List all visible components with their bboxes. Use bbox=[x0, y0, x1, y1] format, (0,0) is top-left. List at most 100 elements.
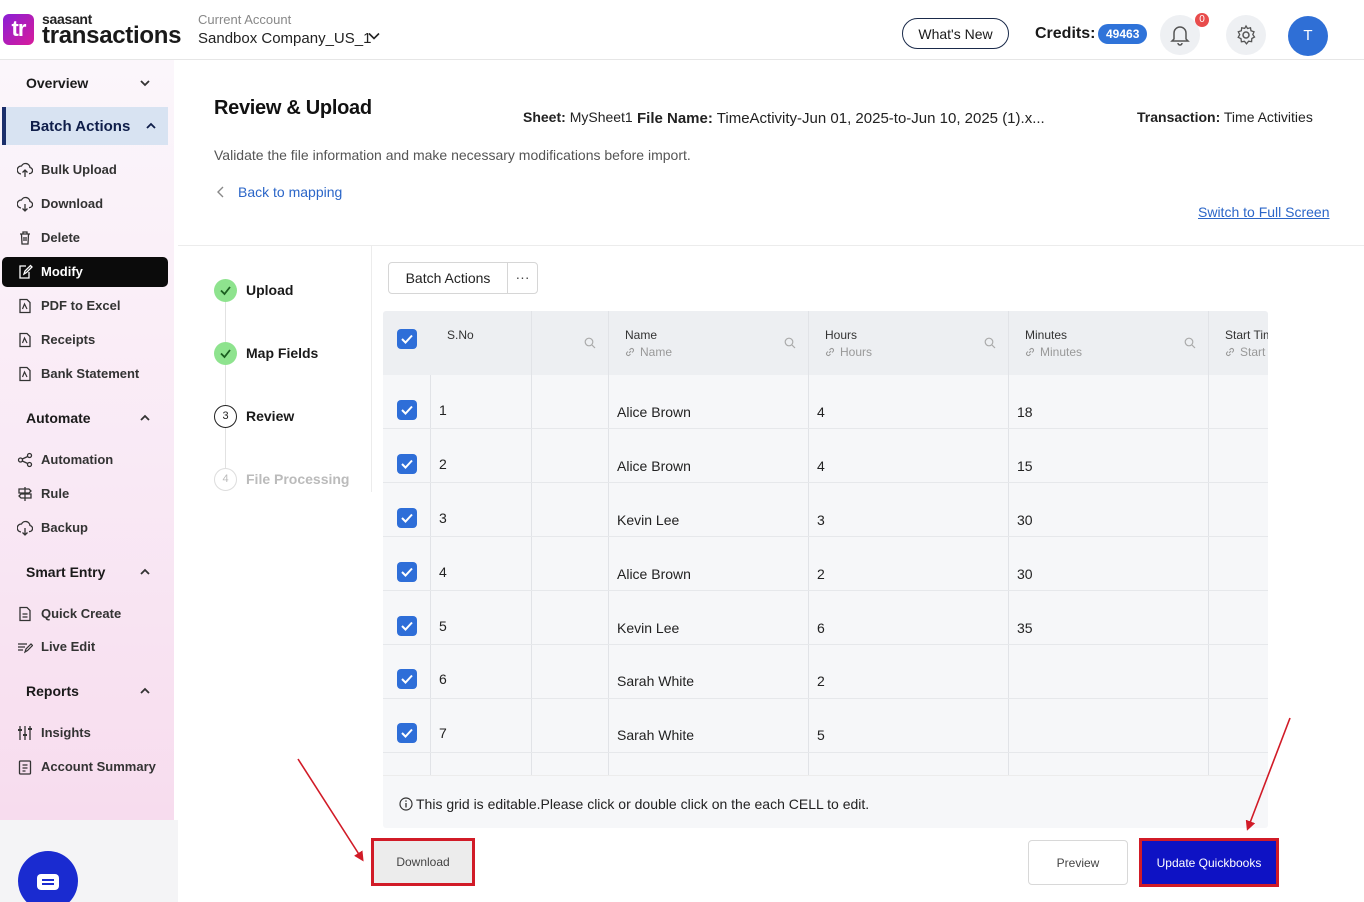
sidebar-item-live-edit[interactable]: Live Edit bbox=[2, 632, 168, 662]
cell-hours[interactable]: 5 bbox=[817, 727, 825, 743]
cell-sno[interactable]: 2 bbox=[439, 456, 447, 472]
sidebar-item-bulk-upload[interactable]: Bulk Upload bbox=[2, 155, 168, 185]
sidebar-item-automation[interactable]: Automation bbox=[2, 445, 168, 475]
summary-icon bbox=[18, 760, 32, 775]
sidebar-item-label: Quick Create bbox=[41, 606, 122, 621]
sidebar-item-insights[interactable]: Insights bbox=[2, 718, 168, 748]
settings-button[interactable] bbox=[1226, 15, 1266, 55]
sidebar-item-quick-create[interactable]: Quick Create bbox=[2, 599, 168, 629]
cell-hours[interactable]: 4 bbox=[817, 458, 825, 474]
sidebar-section-overview[interactable]: Overview bbox=[0, 64, 168, 102]
more-options-button[interactable]: ··· bbox=[507, 262, 538, 294]
row-checkbox[interactable] bbox=[397, 454, 417, 474]
section-label: Batch Actions bbox=[30, 118, 131, 135]
column-divider bbox=[808, 311, 809, 375]
user-avatar[interactable]: T bbox=[1288, 16, 1328, 56]
row-checkbox[interactable] bbox=[397, 616, 417, 636]
chevron-down-icon[interactable] bbox=[366, 28, 382, 44]
row-checkbox[interactable] bbox=[397, 508, 417, 528]
sidebar-item-bank-statement[interactable]: Bank Statement bbox=[2, 359, 168, 389]
row-checkbox[interactable] bbox=[397, 400, 417, 420]
preview-button[interactable]: Preview bbox=[1028, 840, 1128, 885]
cell-hours[interactable]: 6 bbox=[817, 620, 825, 636]
cell-name[interactable]: Sarah White bbox=[617, 673, 694, 689]
search-icon[interactable] bbox=[984, 337, 996, 349]
row-checkbox[interactable] bbox=[397, 669, 417, 689]
cell-minutes[interactable]: 15 bbox=[1017, 458, 1033, 474]
sheet-label: Sheet: bbox=[523, 109, 566, 125]
column-header-hours[interactable]: Hours bbox=[825, 328, 857, 342]
column-header-name[interactable]: Name bbox=[625, 328, 657, 342]
grid-body: 1 Alice Brown 4 18 2 Alice Brown 4 15 3 … bbox=[383, 375, 1268, 775]
select-all-checkbox[interactable] bbox=[397, 329, 417, 349]
cell-minutes[interactable]: 30 bbox=[1017, 512, 1033, 528]
cell-sno[interactable]: 3 bbox=[439, 510, 447, 526]
cloud-backup-icon bbox=[17, 520, 33, 536]
cell-name[interactable]: Alice Brown bbox=[617, 566, 691, 582]
cell-sno[interactable]: 4 bbox=[439, 564, 447, 580]
cell-minutes[interactable]: 18 bbox=[1017, 404, 1033, 420]
search-icon[interactable] bbox=[1184, 337, 1196, 349]
table-row[interactable]: 1 Alice Brown 4 18 bbox=[383, 375, 1268, 429]
bell-icon bbox=[1170, 26, 1190, 46]
sidebar-section-automate[interactable]: Automate bbox=[0, 399, 168, 437]
cell-name[interactable]: Kevin Lee bbox=[617, 512, 679, 528]
cell-name[interactable]: Alice Brown bbox=[617, 404, 691, 420]
row-checkbox[interactable] bbox=[397, 723, 417, 743]
cell-name[interactable]: Alice Brown bbox=[617, 458, 691, 474]
sidebar-item-receipts[interactable]: Receipts bbox=[2, 325, 168, 355]
sidebar-section-batch-actions[interactable]: Batch Actions bbox=[2, 107, 168, 145]
batch-actions-button[interactable]: Batch Actions bbox=[388, 262, 508, 294]
table-row[interactable]: 4 Alice Brown 2 30 bbox=[383, 537, 1268, 591]
download-button[interactable]: Download bbox=[371, 838, 475, 886]
notifications-button[interactable] bbox=[1160, 15, 1200, 55]
switch-full-screen-link[interactable]: Switch to Full Screen bbox=[1198, 204, 1330, 220]
sidebar-item-delete[interactable]: Delete bbox=[2, 223, 168, 253]
cell-hours[interactable]: 3 bbox=[817, 512, 825, 528]
table-row[interactable]: 6 Sarah White 2 bbox=[383, 645, 1268, 699]
sidebar-section-reports[interactable]: Reports bbox=[0, 672, 168, 710]
cell-name[interactable]: Sarah White bbox=[617, 727, 694, 743]
sidebar-item-label: Automation bbox=[41, 452, 114, 467]
cell-hours[interactable]: 2 bbox=[817, 566, 825, 582]
cell-hours[interactable]: 4 bbox=[817, 404, 825, 420]
cell-sno[interactable]: 5 bbox=[439, 618, 447, 634]
trash-icon bbox=[20, 231, 30, 245]
update-quickbooks-button[interactable]: Update Quickbooks bbox=[1139, 838, 1279, 887]
sidebar-item-backup[interactable]: Backup bbox=[2, 513, 168, 543]
sidebar-item-download[interactable]: Download bbox=[2, 189, 168, 219]
sidebar-item-label: Bulk Upload bbox=[41, 162, 117, 177]
table-row[interactable]: 3 Kevin Lee 3 30 bbox=[383, 483, 1268, 537]
cell-minutes[interactable]: 30 bbox=[1017, 566, 1033, 582]
sidebar-section-smart-entry[interactable]: Smart Entry bbox=[0, 553, 168, 591]
sidebar-item-modify[interactable]: Modify bbox=[2, 257, 168, 287]
whats-new-button[interactable]: What's New bbox=[902, 18, 1009, 49]
chat-support-button[interactable] bbox=[18, 851, 78, 902]
grid-note-text: This grid is editable.Please click or do… bbox=[416, 796, 870, 812]
column-divider bbox=[608, 311, 609, 375]
row-checkbox[interactable] bbox=[397, 562, 417, 582]
cell-minutes[interactable]: 35 bbox=[1017, 620, 1033, 636]
column-mapping-minutes: Minutes bbox=[1040, 345, 1083, 359]
column-header-minutes[interactable]: Minutes bbox=[1025, 328, 1067, 342]
table-row[interactable]: 2 Alice Brown 4 15 bbox=[383, 429, 1268, 483]
column-divider bbox=[531, 311, 532, 375]
cell-hours[interactable]: 2 bbox=[817, 673, 825, 689]
grid-footer: This grid is editable.Please click or do… bbox=[383, 775, 1268, 828]
cell-sno[interactable]: 7 bbox=[439, 725, 447, 741]
search-icon[interactable] bbox=[784, 337, 796, 349]
account-selector[interactable]: Sandbox Company_US_1 bbox=[198, 30, 371, 47]
sidebar-item-account-summary[interactable]: Account Summary bbox=[2, 752, 168, 782]
column-header-start-time[interactable]: Start Time bbox=[1225, 328, 1268, 342]
cell-sno[interactable]: 1 bbox=[439, 402, 447, 418]
logo-mark[interactable]: tr bbox=[3, 14, 34, 45]
current-account-label: Current Account bbox=[198, 12, 292, 27]
cell-sno[interactable]: 6 bbox=[439, 671, 447, 687]
sidebar-item-rule[interactable]: Rule bbox=[2, 479, 168, 509]
table-row[interactable]: 5 Kevin Lee 6 35 bbox=[383, 591, 1268, 645]
sidebar-item-pdf-to-excel[interactable]: PDF to Excel bbox=[2, 291, 168, 321]
search-icon[interactable] bbox=[584, 337, 596, 349]
cell-name[interactable]: Kevin Lee bbox=[617, 620, 679, 636]
column-header-sno[interactable]: S.No bbox=[447, 328, 474, 342]
table-row[interactable]: 7 Sarah White 5 bbox=[383, 699, 1268, 753]
